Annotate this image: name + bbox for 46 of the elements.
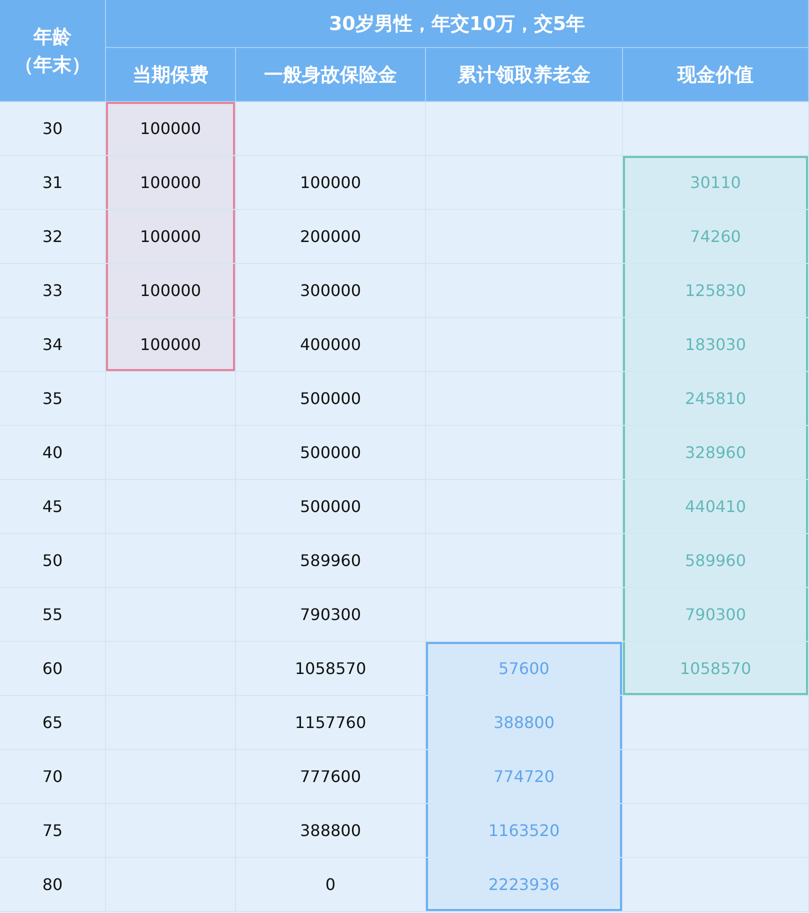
column-header: 年龄 [34, 24, 72, 50]
table-cell: 790300 [623, 588, 809, 642]
table-cell: 1058570 [623, 642, 809, 696]
table-cell: 200000 [236, 210, 426, 264]
table-cell: 60 [0, 642, 106, 696]
table-cell: 30110 [623, 156, 809, 210]
table-cell: 400000 [236, 318, 426, 372]
table-cell: 790300 [236, 588, 426, 642]
table-cell: 35 [0, 372, 106, 426]
table-cell: 80 [0, 858, 106, 912]
table-cell: 100000 [106, 156, 236, 210]
table-cell: 100000 [106, 318, 236, 372]
column-header: 累计领取养老金 [426, 48, 623, 102]
table-cell: 2223936 [426, 858, 623, 912]
table-cell: 183030 [623, 318, 809, 372]
table-cell: 500000 [236, 480, 426, 534]
table-cell: 100000 [106, 264, 236, 318]
column-header: 一般身故保险金 [236, 48, 426, 102]
table-cell: 500000 [236, 372, 426, 426]
table-cell: 65 [0, 696, 106, 750]
column-header: 当期保费 [106, 48, 236, 102]
table-cell: 45 [0, 480, 106, 534]
table-cell: 589960 [236, 534, 426, 588]
table-cell: 300000 [236, 264, 426, 318]
table-cell: 440410 [623, 480, 809, 534]
table-cell: 388800 [426, 696, 623, 750]
column-header: （年末） [14, 52, 90, 78]
table-cell: 589960 [623, 534, 809, 588]
table-cell: 328960 [623, 426, 809, 480]
table-cell: 100000 [236, 156, 426, 210]
table-cell: 100000 [106, 210, 236, 264]
table-cell: 100000 [106, 102, 236, 156]
table-cell: 70 [0, 750, 106, 804]
table-title: 30岁男性，年交10万，交5年 [106, 0, 809, 48]
table-cell: 40 [0, 426, 106, 480]
table-cell: 57600 [426, 642, 623, 696]
table-cell: 50 [0, 534, 106, 588]
table-cell: 55 [0, 588, 106, 642]
column-header: 现金价值 [623, 48, 809, 102]
table-cell: 1163520 [426, 804, 623, 858]
table-cell: 75 [0, 804, 106, 858]
table-cell: 500000 [236, 426, 426, 480]
table-cell: 74260 [623, 210, 809, 264]
table-cell: 774720 [426, 750, 623, 804]
table-cell: 125830 [623, 264, 809, 318]
table-cell: 245810 [623, 372, 809, 426]
